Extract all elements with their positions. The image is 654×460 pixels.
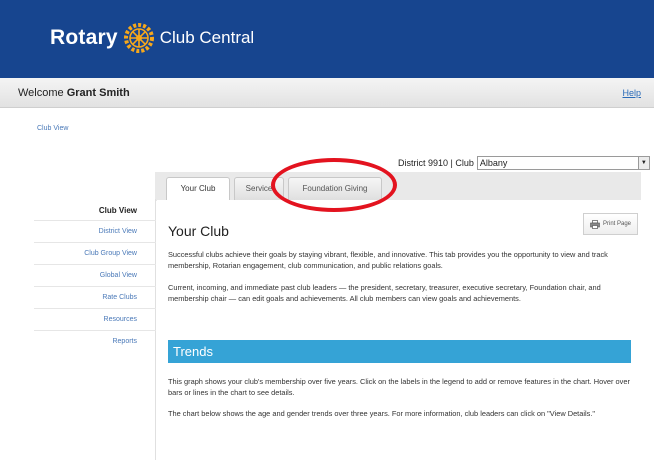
trends-title: Trends: [173, 344, 213, 359]
sidebar-divider: [34, 330, 156, 331]
printer-icon: [590, 219, 600, 229]
sidebar-divider: [34, 286, 156, 287]
print-page-button[interactable]: Print Page: [583, 213, 638, 235]
welcome-bar: Welcome Grant Smith Help: [0, 78, 654, 108]
main-content: [157, 200, 641, 460]
sidebar-item-reports[interactable]: Reports: [112, 338, 137, 345]
sidebar-divider: [34, 308, 156, 309]
sidebar: Club View District View Club Group View …: [34, 199, 156, 460]
trends-header: Trends: [168, 340, 631, 363]
welcome-prefix: Welcome: [18, 87, 64, 99]
sidebar-item-rate-clubs[interactable]: Rate Clubs: [102, 294, 137, 301]
highlight-circle: [271, 158, 397, 212]
sidebar-item-district-view[interactable]: District View: [99, 228, 137, 235]
print-page-label: Print Page: [602, 221, 632, 227]
leaders-paragraph: Current, incoming, and immediate past cl…: [168, 283, 601, 303]
sidebar-divider: [34, 220, 156, 221]
product-name: Club Central: [159, 28, 255, 47]
sidebar-item-global-view[interactable]: Global View: [100, 272, 137, 279]
sidebar-divider: [34, 264, 156, 265]
club-selector-label: District 9910 | Club: [398, 158, 474, 168]
club-selector: District 9910 | Club Albany ▼: [398, 156, 650, 170]
page-title: Your Club: [168, 223, 229, 239]
help-link[interactable]: Help: [622, 88, 641, 98]
sidebar-item-club-group-view[interactable]: Club Group View: [84, 250, 137, 257]
club-dropdown[interactable]: Albany ▼: [476, 156, 650, 170]
trends-paragraph-2: The chart below shows the age and gender…: [168, 409, 596, 418]
brand[interactable]: Rotary Club Central: [50, 23, 254, 53]
sidebar-item-resources[interactable]: Resources: [104, 316, 137, 323]
top-header: Rotary Club Central: [0, 0, 654, 78]
breadcrumb[interactable]: Club View: [37, 125, 68, 132]
user-name: Grant Smith: [66, 87, 130, 99]
intro-paragraph: Successful clubs achieve their goals by …: [168, 250, 608, 270]
club-dropdown-value: Albany: [479, 158, 508, 168]
trends-paragraph-1: This graph shows your club's membership …: [168, 377, 630, 397]
rotary-wheel-icon: [123, 23, 154, 53]
chevron-down-icon[interactable]: ▼: [637, 157, 649, 169]
sidebar-divider: [34, 242, 156, 243]
welcome-text: Welcome Grant Smith: [18, 87, 130, 99]
tab-your-club[interactable]: Your Club: [166, 177, 230, 202]
sidebar-item-club-view[interactable]: Club View: [99, 206, 137, 215]
brand-name: Rotary: [50, 26, 118, 49]
